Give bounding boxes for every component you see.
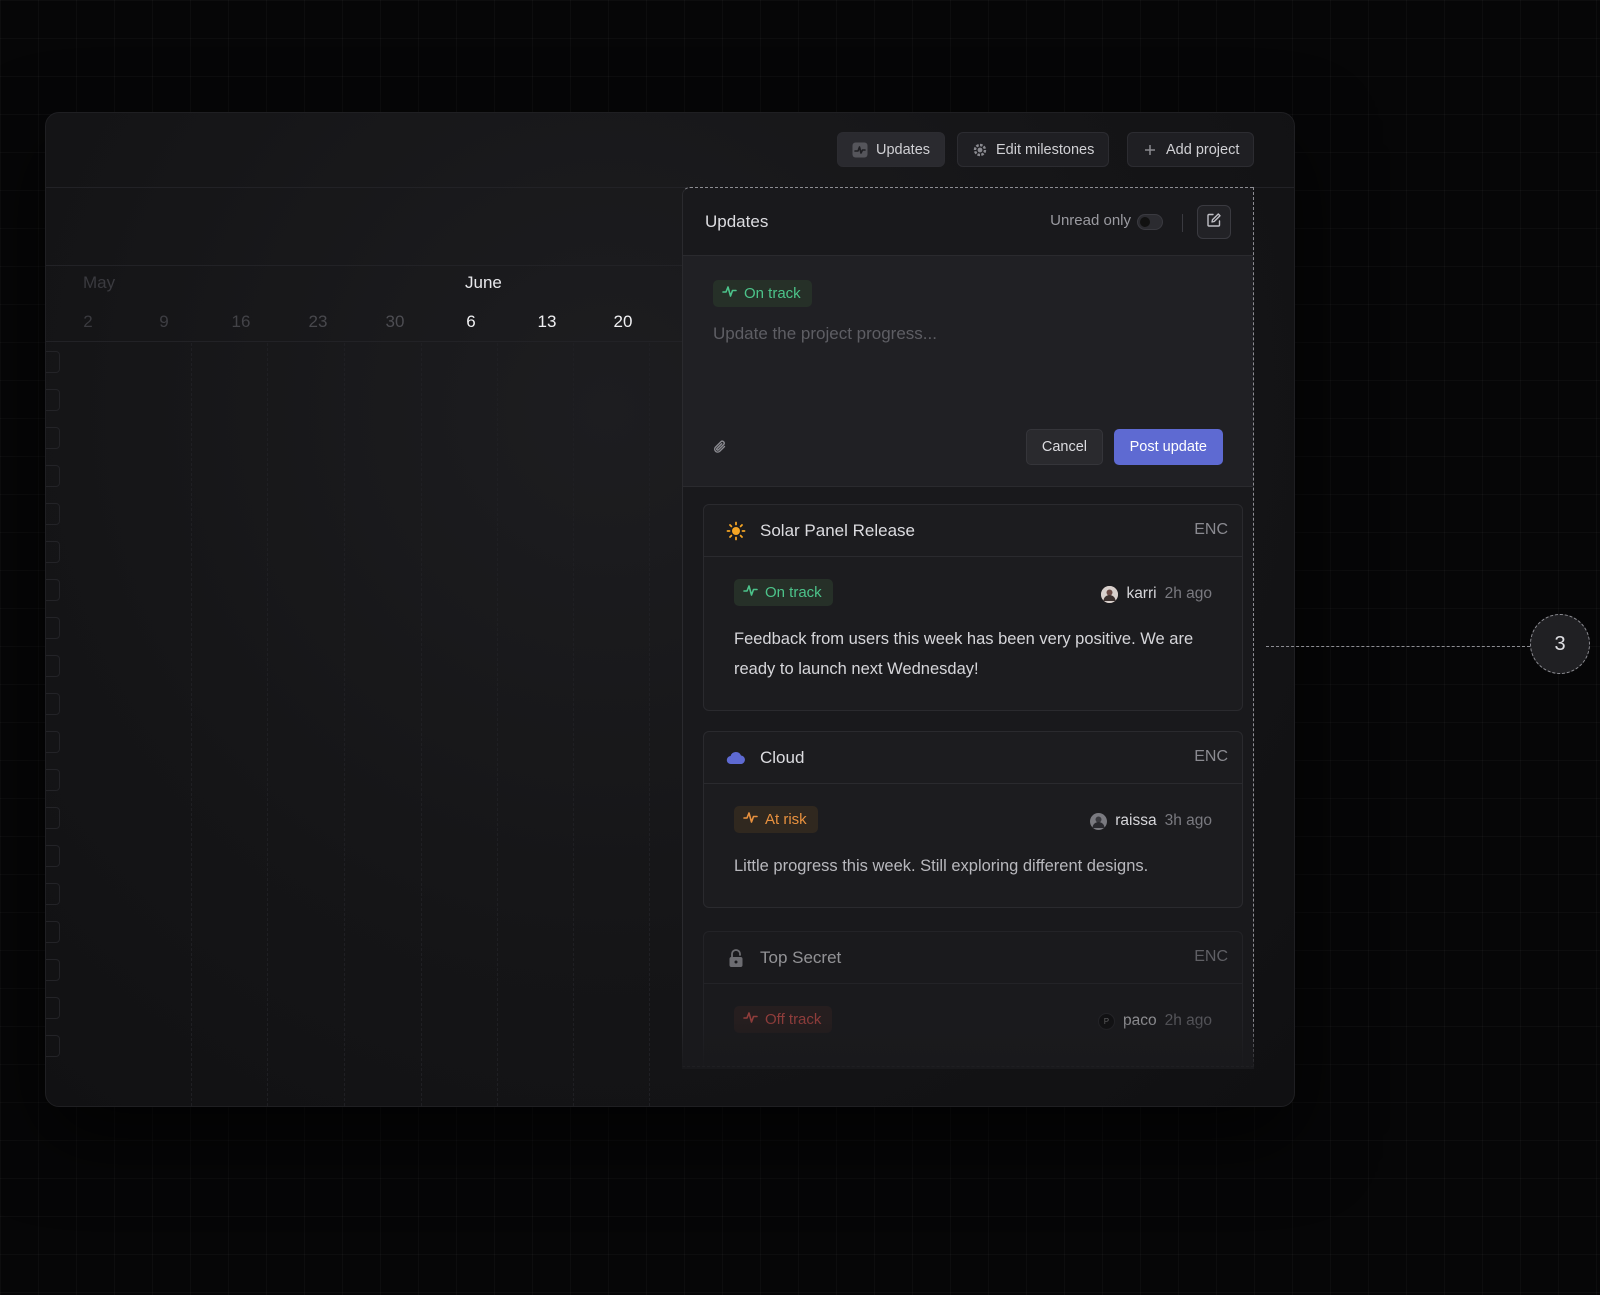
status-label: At risk bbox=[765, 811, 807, 828]
update-message: Little progress this week. Still explori… bbox=[734, 857, 1149, 875]
compose-icon bbox=[1206, 212, 1222, 233]
team-key: ENC bbox=[1194, 948, 1228, 965]
post-update-button[interactable]: Post update bbox=[1113, 429, 1223, 465]
annotation-connector bbox=[1266, 646, 1530, 647]
composer-status-label: On track bbox=[744, 285, 801, 302]
day-label: 6 bbox=[466, 312, 476, 331]
pulse-icon bbox=[743, 1011, 758, 1028]
project-row-icon bbox=[46, 921, 60, 943]
team-key: ENC bbox=[1194, 521, 1228, 538]
day-label: 30 bbox=[385, 312, 405, 331]
update-card-header: Solar Panel Release ENC bbox=[704, 505, 1242, 557]
day-label: 13 bbox=[537, 312, 557, 331]
update-card[interactable]: Top Secret ENC Off track P paco 2h ago bbox=[703, 931, 1243, 1066]
paperclip-icon[interactable] bbox=[713, 439, 727, 460]
project-row-icon bbox=[46, 351, 60, 373]
author-name[interactable]: karri bbox=[1126, 585, 1156, 603]
author-name[interactable]: paco bbox=[1123, 1012, 1157, 1030]
project-name: Solar Panel Release bbox=[760, 520, 915, 540]
project-row-icon bbox=[46, 883, 60, 905]
edit-milestones-button[interactable]: Edit milestones bbox=[957, 132, 1110, 167]
update-card[interactable]: Cloud ENC At risk raissa 3h ago Little p… bbox=[703, 731, 1243, 908]
day-label: 23 bbox=[308, 312, 328, 331]
update-input[interactable]: Update the project progress... bbox=[713, 324, 937, 344]
project-name: Top Secret bbox=[760, 947, 842, 967]
composer-status-selector[interactable]: On track bbox=[713, 280, 812, 307]
updates-button[interactable]: Updates bbox=[837, 132, 946, 167]
avatar[interactable] bbox=[1090, 812, 1108, 830]
pulse-icon bbox=[722, 285, 737, 302]
cloud-icon bbox=[726, 748, 746, 768]
plus-icon bbox=[1142, 142, 1158, 158]
add-project-button[interactable]: Add project bbox=[1127, 132, 1255, 167]
day-label: 2 bbox=[83, 312, 93, 331]
timestamp: 2h ago bbox=[1164, 1012, 1212, 1029]
month-label-may: May bbox=[83, 273, 116, 292]
edit-milestones-label: Edit milestones bbox=[996, 141, 1095, 158]
gear-icon bbox=[972, 142, 988, 158]
day-label: 9 bbox=[159, 312, 169, 331]
project-row-icon bbox=[46, 997, 60, 1019]
project-row-icon bbox=[46, 503, 60, 525]
panel-title: Updates bbox=[705, 211, 769, 231]
status-label: Off track bbox=[765, 1011, 822, 1028]
team-key: ENC bbox=[1194, 748, 1228, 765]
day-label: 20 bbox=[613, 312, 633, 331]
project-row-icon bbox=[46, 389, 60, 411]
pulse-icon bbox=[743, 584, 758, 601]
updates-panel: Updates Unread only On track Update the … bbox=[682, 187, 1254, 1067]
timeline: May June 2 9 16 23 30 6 13 20 bbox=[46, 113, 686, 1106]
project-row-icon bbox=[46, 541, 60, 563]
project-row-icon bbox=[46, 465, 60, 487]
annotation-marker: 3 bbox=[1530, 614, 1590, 674]
project-row-icon bbox=[46, 845, 60, 867]
project-row-icon bbox=[46, 1035, 60, 1057]
timestamp: 2h ago bbox=[1164, 585, 1212, 602]
lock-icon bbox=[726, 948, 746, 968]
project-row-icon bbox=[46, 693, 60, 715]
avatar[interactable]: P bbox=[1097, 1012, 1115, 1030]
project-row-icon bbox=[46, 617, 60, 639]
updates-panel-header: Updates Unread only bbox=[683, 188, 1253, 256]
project-row-icon bbox=[46, 807, 60, 829]
project-row-icon bbox=[46, 959, 60, 981]
unread-only-label: Unread only bbox=[1050, 212, 1131, 229]
project-row-icon bbox=[46, 579, 60, 601]
unread-only-toggle[interactable] bbox=[1137, 214, 1163, 230]
update-card-header: Cloud ENC bbox=[704, 732, 1242, 784]
project-row-icon bbox=[46, 769, 60, 791]
app-window: Updates Edit milestones Add project May … bbox=[45, 112, 1295, 1107]
status-label: On track bbox=[765, 584, 822, 601]
status-badge: Off track bbox=[734, 1006, 833, 1033]
pulse-icon bbox=[743, 811, 758, 828]
project-row-icon bbox=[46, 427, 60, 449]
pulse-icon bbox=[852, 142, 868, 158]
status-badge: At risk bbox=[734, 806, 818, 833]
add-project-label: Add project bbox=[1166, 141, 1240, 158]
timestamp: 3h ago bbox=[1164, 812, 1212, 829]
project-row-icon bbox=[46, 655, 60, 677]
day-label: 16 bbox=[231, 312, 251, 331]
update-message: Feedback from users this week has been v… bbox=[734, 630, 1194, 678]
author-name[interactable]: raissa bbox=[1115, 812, 1156, 830]
avatar[interactable] bbox=[1101, 585, 1119, 603]
new-update-button[interactable] bbox=[1197, 205, 1231, 239]
status-badge: On track bbox=[734, 579, 833, 606]
update-card-header: Top Secret ENC bbox=[704, 932, 1242, 984]
update-composer: On track Update the project progress... … bbox=[683, 256, 1253, 487]
cancel-button[interactable]: Cancel bbox=[1025, 429, 1103, 465]
project-row-icon bbox=[46, 731, 60, 753]
sun-icon bbox=[726, 521, 746, 541]
project-name: Cloud bbox=[760, 747, 805, 767]
month-label-june: June bbox=[465, 273, 502, 292]
updates-button-label: Updates bbox=[876, 141, 931, 158]
update-card[interactable]: Solar Panel Release ENC On track karri 2… bbox=[703, 504, 1243, 711]
